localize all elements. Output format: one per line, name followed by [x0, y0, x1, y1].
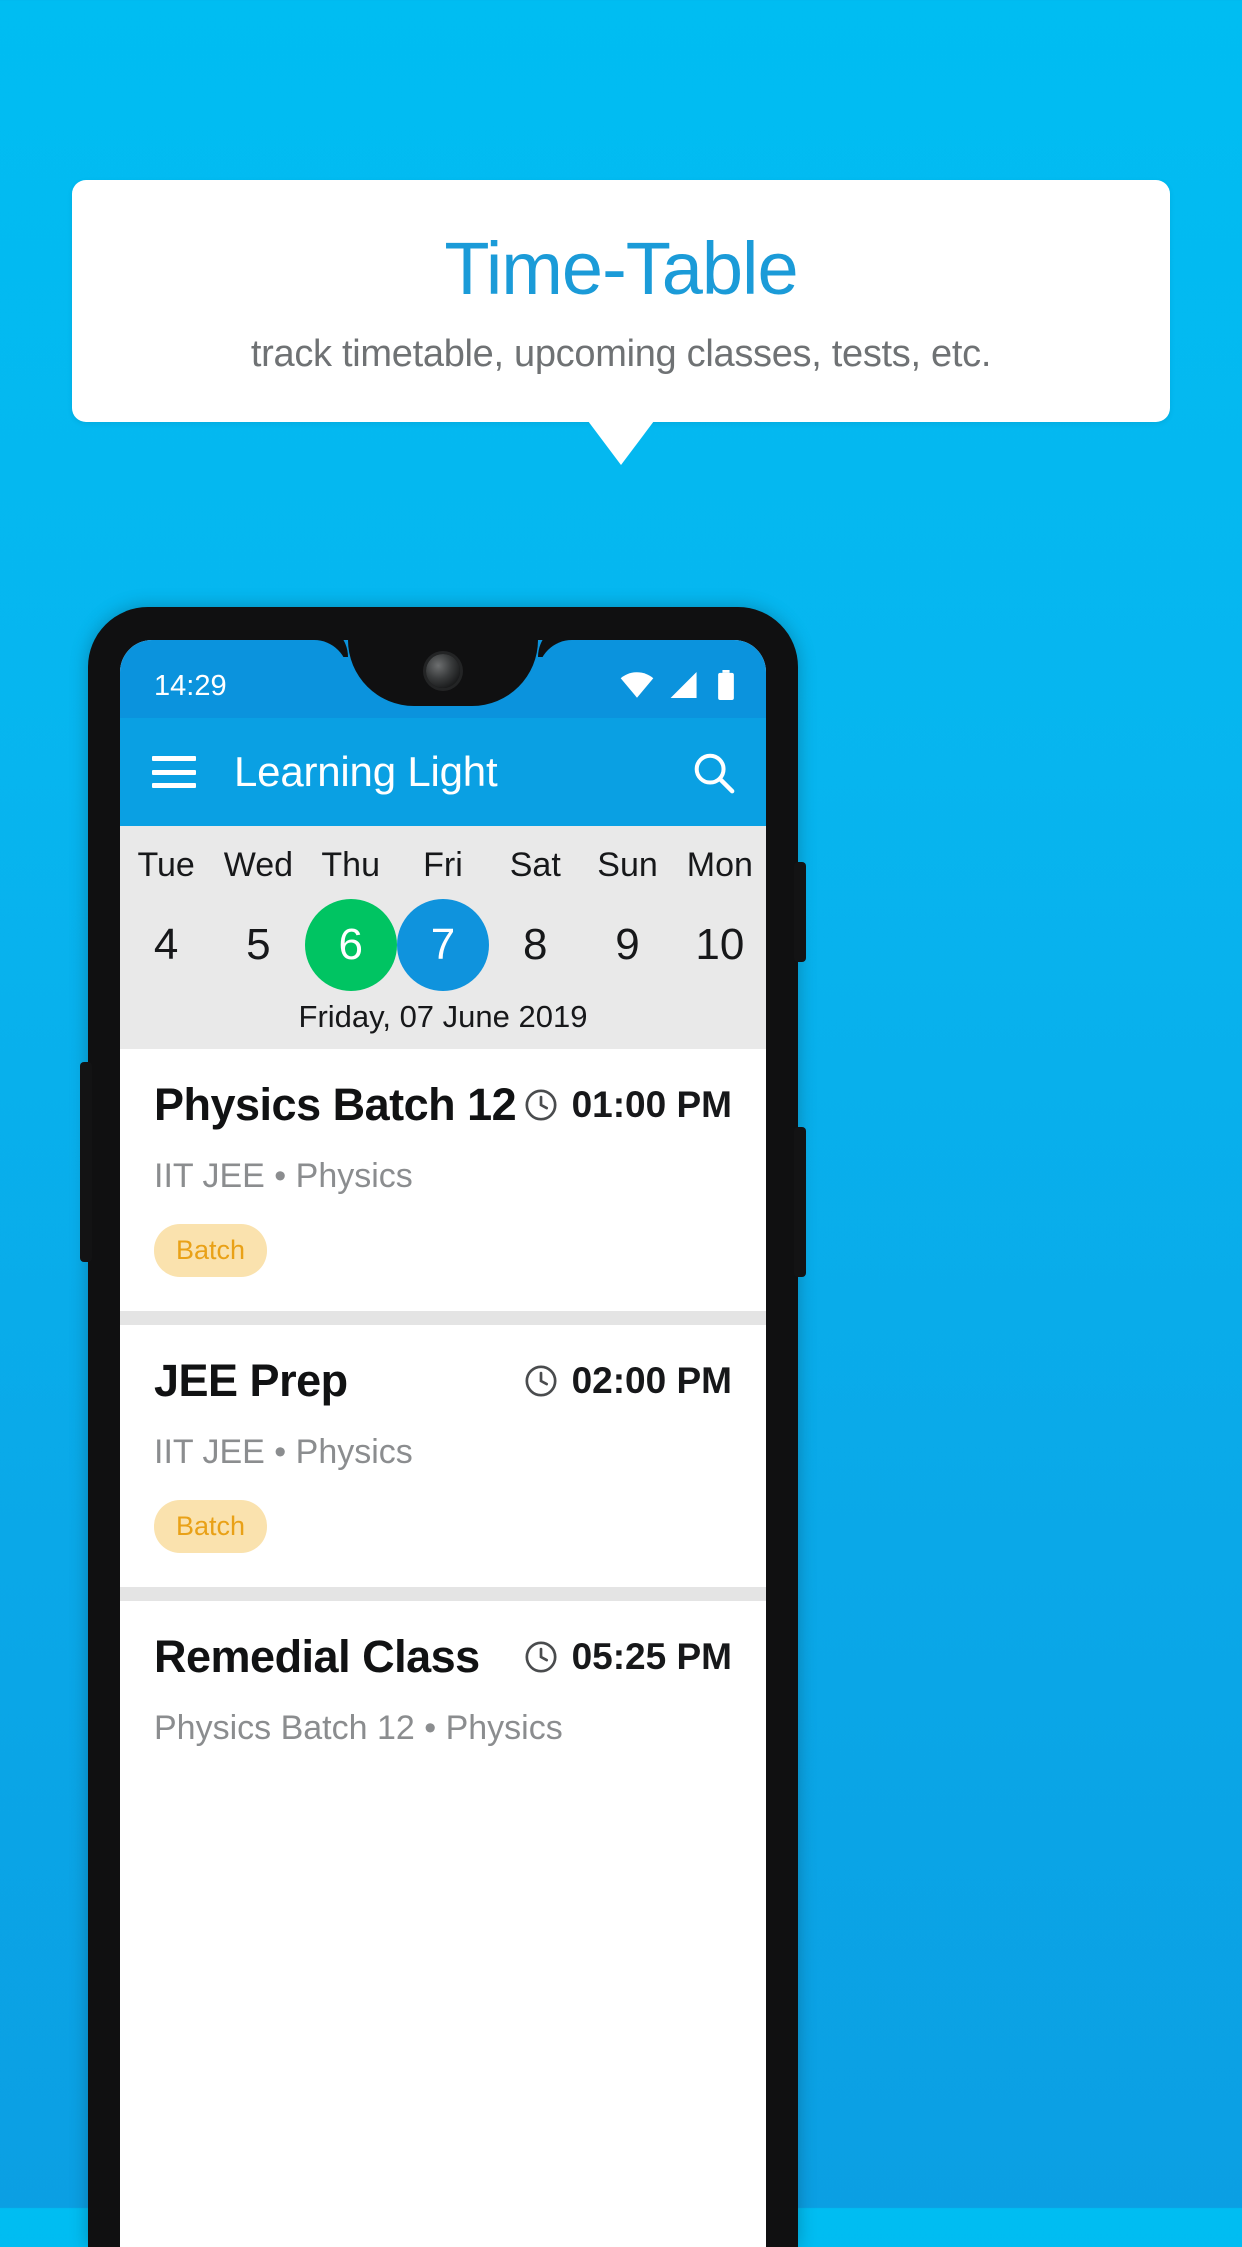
- class-title: JEE Prep: [154, 1355, 348, 1406]
- selected-date-label: Friday, 07 June 2019: [298, 999, 588, 1034]
- class-subtitle: IIT JEE • Physics: [154, 1157, 413, 1195]
- status-bar-time: 14:29: [154, 670, 227, 702]
- list-item[interactable]: Physics Batch 12 01:00 PM IIT JEE • Phys…: [120, 1049, 766, 1311]
- app-bar: Learning Light: [120, 718, 766, 826]
- dow-label: Sun: [597, 846, 658, 884]
- status-badge: Batch: [154, 1224, 268, 1277]
- phone-button-right-upper: [794, 862, 806, 962]
- class-subtitle: Physics Batch 12 • Physics: [154, 1709, 563, 1747]
- phone-button-left: [80, 1062, 92, 1262]
- class-title: Physics Batch 12: [154, 1079, 517, 1130]
- phone-button-right-lower: [794, 1127, 806, 1277]
- date-cell-6[interactable]: 10: [674, 899, 766, 991]
- list-item[interactable]: Remedial Class 05:25 PM Physics Batch 12…: [120, 1601, 766, 1782]
- wifi-icon: [620, 672, 654, 698]
- search-icon[interactable]: [690, 749, 736, 795]
- class-time: 02:00 PM: [571, 1360, 732, 1401]
- promo-card-tail: [588, 421, 654, 465]
- signal-icon: [670, 672, 697, 698]
- class-time: 01:00 PM: [571, 1084, 732, 1125]
- promo-card: Time-Table track timetable, upcoming cla…: [72, 180, 1170, 422]
- clock-icon: [525, 1641, 557, 1673]
- status-bar: 14:29: [120, 640, 766, 718]
- date-number: 4: [153, 920, 179, 969]
- class-time: 05:25 PM: [571, 1636, 732, 1677]
- date-cell-3[interactable]: 7: [396, 899, 489, 991]
- dow-label: Thu: [321, 846, 380, 884]
- date-strip: Tue Wed Thu Fri Sat Sun Mon 4 5 6 7 8 9 …: [120, 826, 766, 1049]
- dow-label: Tue: [137, 846, 195, 884]
- class-title: Remedial Class: [154, 1631, 480, 1682]
- clock-icon: [525, 1089, 557, 1121]
- date-number: 9: [615, 920, 640, 969]
- clock-icon: [525, 1365, 557, 1397]
- date-number: 5: [246, 920, 271, 969]
- class-time-group: 01:00 PM: [524, 1084, 732, 1126]
- class-time-group: 05:25 PM: [524, 1636, 732, 1678]
- date-cell-1[interactable]: 5: [212, 899, 304, 991]
- camera-notch: [348, 640, 538, 706]
- day-of-week-1: Wed: [212, 846, 304, 885]
- day-of-week-2: Thu: [305, 846, 397, 885]
- date-number: 10: [695, 920, 745, 969]
- promo-subtitle: track timetable, upcoming classes, tests…: [250, 333, 992, 376]
- hamburger-menu-icon[interactable]: [152, 756, 196, 788]
- class-card-header: Physics Batch 12 01:00 PM: [154, 1079, 732, 1131]
- status-bar-icons: [620, 670, 736, 700]
- date-cell-0[interactable]: 4: [120, 899, 212, 991]
- front-camera-icon: [426, 654, 460, 688]
- date-number-today: 6: [304, 899, 397, 991]
- day-of-week-5: Sun: [581, 846, 673, 885]
- class-card-header: Remedial Class 05:25 PM: [154, 1631, 732, 1683]
- list-item[interactable]: JEE Prep 02:00 PM IIT JEE • Physics Batc…: [120, 1325, 766, 1587]
- class-subtitle: IIT JEE • Physics: [154, 1433, 413, 1471]
- battery-icon: [718, 670, 734, 700]
- dow-label: Fri: [423, 846, 463, 884]
- day-of-week-0: Tue: [120, 846, 212, 885]
- dow-label: Sat: [509, 846, 561, 884]
- class-list: Physics Batch 12 01:00 PM IIT JEE • Phys…: [120, 1049, 766, 1782]
- class-card-header: JEE Prep 02:00 PM: [154, 1355, 732, 1407]
- date-number: 8: [523, 920, 548, 969]
- day-of-week-4: Sat: [489, 846, 581, 885]
- app-title: Learning Light: [234, 748, 498, 795]
- day-of-week-3: Fri: [397, 846, 489, 885]
- class-time-group: 02:00 PM: [524, 1360, 732, 1402]
- dow-label: Mon: [686, 846, 753, 884]
- day-of-week-6: Mon: [674, 846, 766, 885]
- date-cell-4[interactable]: 8: [489, 899, 581, 991]
- day-of-week-row: Tue Wed Thu Fri Sat Sun Mon: [120, 846, 766, 885]
- status-badge: Batch: [154, 1500, 268, 1553]
- date-cell-5[interactable]: 9: [581, 899, 673, 991]
- dow-label: Wed: [223, 846, 294, 884]
- phone-mockup: 14:29 Learning Light Tue Wed Thu Fri Sat…: [80, 607, 806, 2247]
- phone-screen: 14:29 Learning Light Tue Wed Thu Fri Sat…: [120, 640, 766, 2247]
- date-number-row: 4 5 6 7 8 9 10: [120, 899, 766, 991]
- date-cell-2[interactable]: 6: [304, 899, 397, 991]
- promo-title: Time-Table: [444, 226, 798, 310]
- date-number-selected: 7: [396, 899, 489, 991]
